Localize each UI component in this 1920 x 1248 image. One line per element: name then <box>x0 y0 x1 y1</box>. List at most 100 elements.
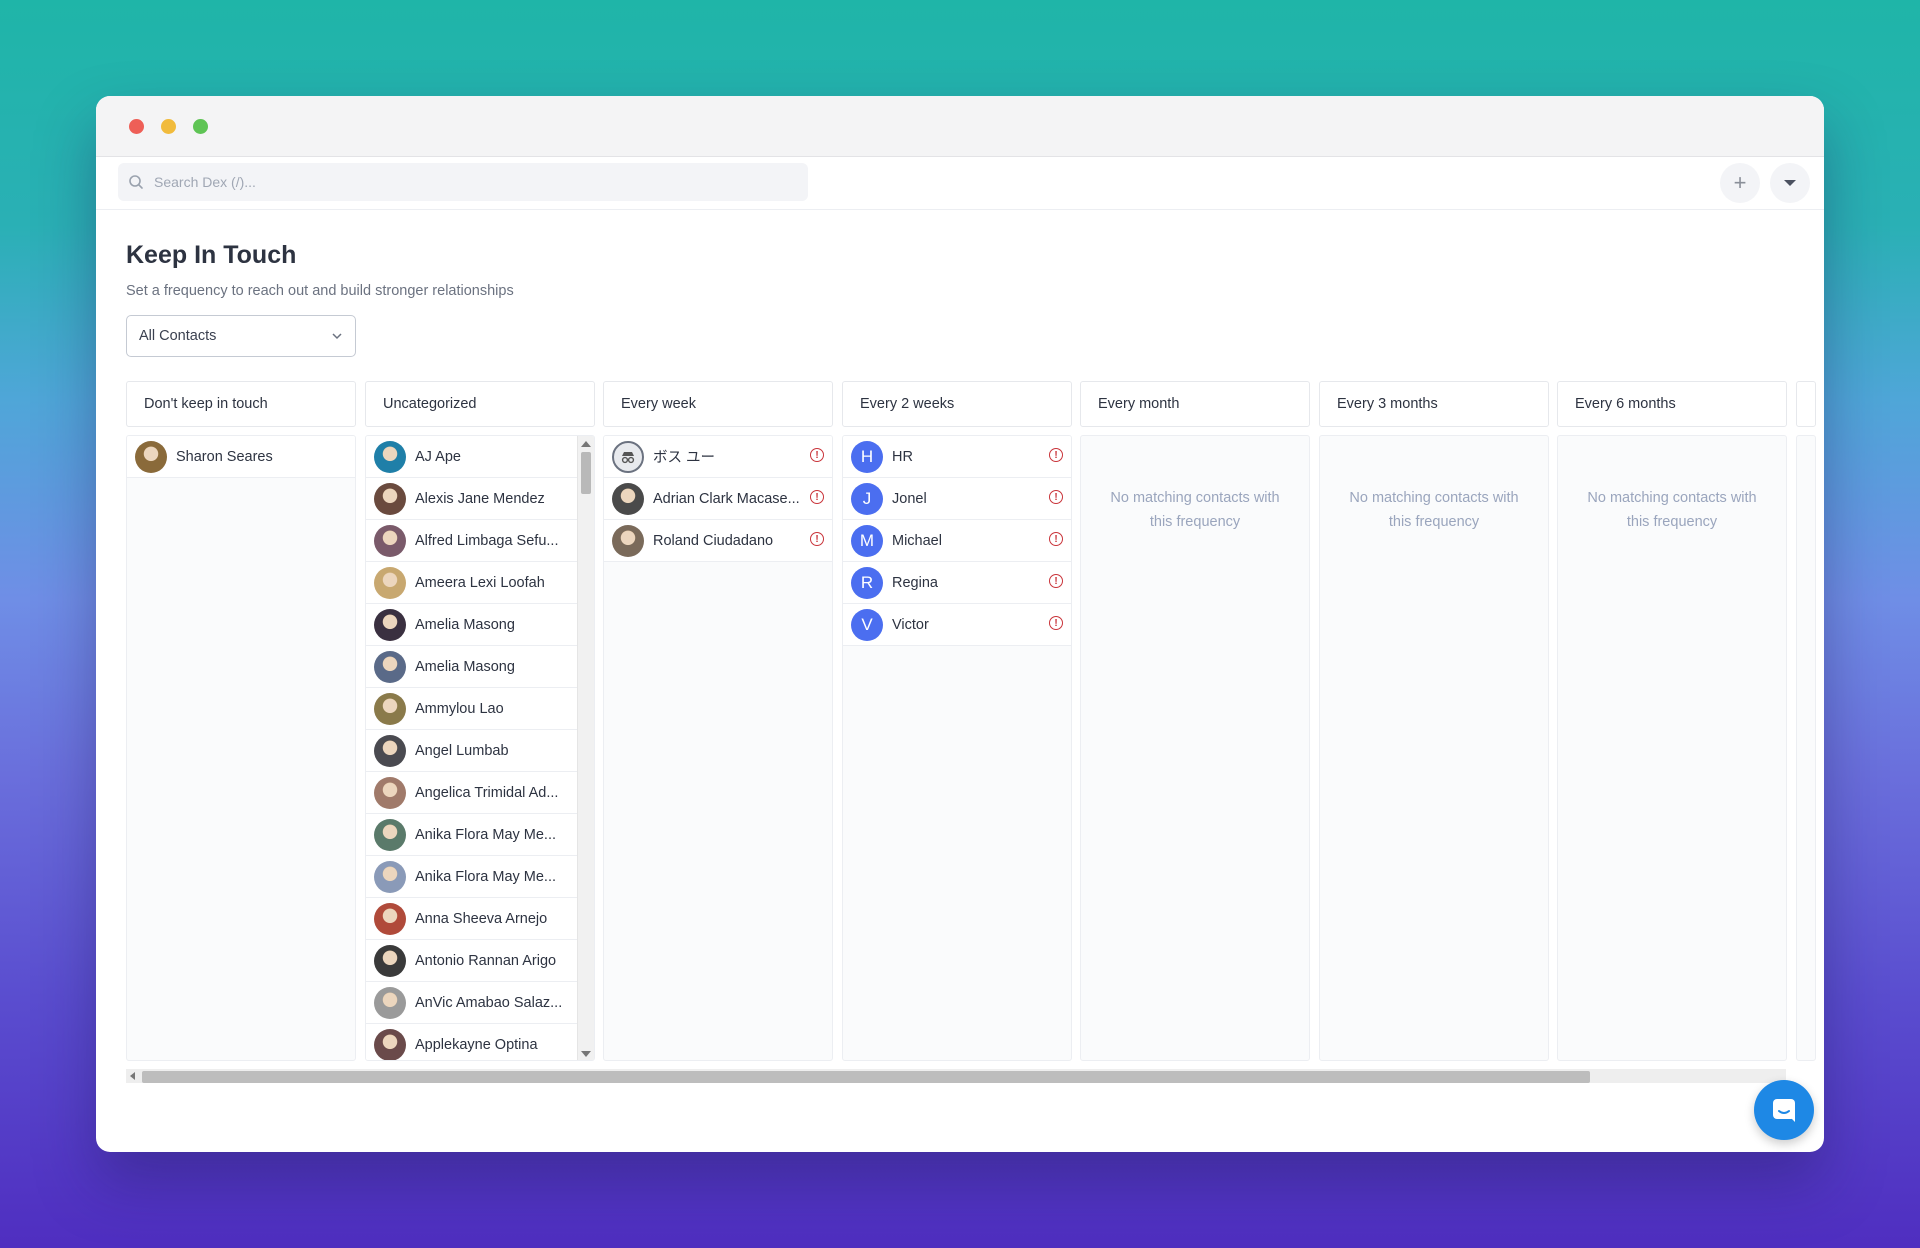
contact-name: Regina <box>892 574 938 591</box>
avatar <box>374 482 406 515</box>
column-uncategorized: Uncategorized AJ Ape Alexis Jane Mendez Alf… <box>365 381 595 1061</box>
vertical-scrollbar[interactable] <box>577 436 594 1060</box>
avatar: H <box>851 440 883 473</box>
overdue-alert-icon[interactable]: ! <box>1049 490 1063 504</box>
support-chat-button[interactable] <box>1754 1080 1814 1140</box>
top-bar: + <box>96 157 1824 210</box>
column-every-week: Every week ボス ユー! Adrian Clark Macase...! R… <box>603 381 833 1061</box>
contact-name: Amelia Masong <box>415 616 515 633</box>
avatar: M <box>851 524 883 557</box>
column-every-month: Every month No matching contacts with thi… <box>1080 381 1310 1061</box>
filter-selected-value: All Contacts <box>139 328 217 344</box>
incognito-icon <box>621 451 635 463</box>
contact-name: Roland Ciudadano <box>653 532 774 549</box>
close-window-button[interactable] <box>129 119 144 134</box>
contact-card[interactable]: Anika Flora May Me... <box>366 856 580 898</box>
maximize-window-button[interactable] <box>193 119 208 134</box>
overdue-alert-icon[interactable]: ! <box>1049 616 1063 630</box>
contact-card[interactable]: Amelia Masong <box>366 604 580 646</box>
contact-card[interactable]: Ameera Lexi Loofah <box>366 562 580 604</box>
column-header <box>1796 381 1816 427</box>
scroll-down-arrow[interactable] <box>581 1051 591 1057</box>
avatar <box>374 650 406 683</box>
contact-name: Ammylou Lao <box>415 700 504 717</box>
overdue-alert-icon[interactable]: ! <box>810 448 824 462</box>
add-contact-button[interactable]: + <box>1720 163 1760 203</box>
account-menu-button[interactable] <box>1770 163 1810 203</box>
column-header: Every 6 months <box>1557 381 1787 427</box>
contact-name: Anika Flora May Me... <box>415 868 557 885</box>
contact-name: Alexis Jane Mendez <box>415 490 545 507</box>
contact-card[interactable]: AnVic Amabao Salaz... <box>366 982 580 1024</box>
page-subtitle: Set a frequency to reach out and build s… <box>126 283 514 299</box>
vertical-scroll-thumb[interactable] <box>581 452 591 494</box>
contact-card[interactable]: Antonio Rannan Arigo <box>366 940 580 982</box>
main-content: Keep In Touch Set a frequency to reach o… <box>126 241 1824 1152</box>
column-header: Uncategorized <box>365 381 595 427</box>
overdue-alert-icon[interactable]: ! <box>810 490 824 504</box>
horizontal-scrollbar[interactable] <box>126 1069 1786 1083</box>
contact-card[interactable]: Anika Flora May Me... <box>366 814 580 856</box>
contact-card[interactable]: Roland Ciudadano! <box>604 520 832 562</box>
column-body: Sharon Seares <box>126 435 356 1061</box>
overdue-alert-icon[interactable]: ! <box>1049 574 1063 588</box>
contact-card[interactable]: ボス ユー! <box>604 436 832 478</box>
avatar <box>612 482 644 515</box>
contact-card[interactable]: V Victor! <box>843 604 1071 646</box>
contact-card[interactable]: R Regina! <box>843 562 1071 604</box>
contact-card[interactable]: Angelica Trimidal Ad... <box>366 772 580 814</box>
contacts-filter-select[interactable]: All Contacts <box>126 315 356 357</box>
avatar <box>374 1028 406 1060</box>
search-icon <box>129 175 143 189</box>
contact-name: Jonel <box>892 490 927 507</box>
contact-name: Alfred Limbaga Sefu... <box>415 532 559 549</box>
contact-name: Michael <box>892 532 942 549</box>
column-body <box>1796 435 1816 1061</box>
avatar: V <box>851 608 883 641</box>
title-bar <box>96 96 1824 157</box>
empty-state-message: No matching contacts with this frequency <box>1349 490 1519 530</box>
avatar <box>374 776 406 809</box>
contact-name: Ameera Lexi Loofah <box>415 574 545 591</box>
contact-card[interactable]: M Michael! <box>843 520 1071 562</box>
contact-card[interactable]: Angel Lumbab <box>366 730 580 772</box>
overdue-alert-icon[interactable]: ! <box>810 532 824 546</box>
contact-name: AJ Ape <box>415 448 461 465</box>
contact-card[interactable]: Adrian Clark Macase...! <box>604 478 832 520</box>
avatar <box>374 440 406 473</box>
search-input[interactable] <box>152 173 796 191</box>
contact-card[interactable]: Anna Sheeva Arnejo <box>366 898 580 940</box>
column-every-2-weeks: Every 2 weeks H HR! J Jonel! M Michael! R Regina… <box>842 381 1072 1061</box>
column-don-t-keep-in-touch: Don't keep in touch Sharon Seares <box>126 381 356 1061</box>
caret-down-icon <box>1784 180 1796 186</box>
contact-card[interactable]: Alfred Limbaga Sefu... <box>366 520 580 562</box>
avatar <box>374 986 406 1019</box>
contact-card[interactable]: J Jonel! <box>843 478 1071 520</box>
contact-name: Antonio Rannan Arigo <box>415 952 557 969</box>
avatar <box>612 440 644 473</box>
column-header: Don't keep in touch <box>126 381 356 427</box>
contact-card[interactable]: Applekayne Optina <box>366 1024 580 1060</box>
avatar <box>374 818 406 851</box>
column-header: Every week <box>603 381 833 427</box>
search-bar[interactable] <box>118 163 808 201</box>
scroll-left-arrow[interactable] <box>130 1072 135 1080</box>
overdue-alert-icon[interactable]: ! <box>1049 532 1063 546</box>
column-body: No matching contacts with this frequency <box>1557 435 1787 1061</box>
column-every-3-months: Every 3 months No matching contacts with … <box>1319 381 1549 1061</box>
contact-card[interactable]: H HR! <box>843 436 1071 478</box>
contact-card[interactable]: Alexis Jane Mendez <box>366 478 580 520</box>
scroll-up-arrow[interactable] <box>581 441 591 447</box>
avatar <box>374 944 406 977</box>
avatar <box>374 692 406 725</box>
plus-icon: + <box>1733 170 1747 195</box>
column-header: Every 3 months <box>1319 381 1549 427</box>
minimize-window-button[interactable] <box>161 119 176 134</box>
contact-card[interactable]: Ammylou Lao <box>366 688 580 730</box>
overdue-alert-icon[interactable]: ! <box>1049 448 1063 462</box>
contact-card[interactable]: Amelia Masong <box>366 646 580 688</box>
contact-card[interactable]: Sharon Seares <box>127 436 355 478</box>
contact-card[interactable]: AJ Ape <box>366 436 580 478</box>
horizontal-scroll-thumb[interactable] <box>142 1071 1590 1083</box>
contact-name: Anika Flora May Me... <box>415 826 557 843</box>
